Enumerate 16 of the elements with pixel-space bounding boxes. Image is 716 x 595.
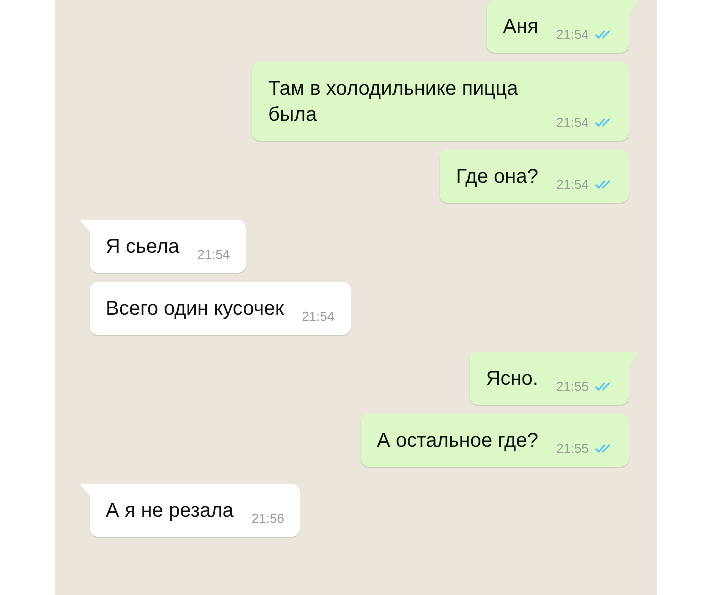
message-text: Ясно. <box>486 367 538 392</box>
message-text: Где она? <box>456 165 538 190</box>
message-text: Там в холодильнике пицца была <box>268 77 520 128</box>
message-text: Аня <box>503 15 538 40</box>
message-text: А я не резала <box>106 499 234 524</box>
message-time: 21:55 <box>556 379 589 394</box>
message-time: 21:55 <box>556 441 589 456</box>
message-time: 21:54 <box>556 177 589 192</box>
message-time: 21:54 <box>302 309 335 324</box>
message-text: Всего один кусочек <box>106 297 284 322</box>
message-text: Я сьела <box>106 235 180 260</box>
message-time: 21:54 <box>198 247 230 262</box>
message-time: 21:54 <box>556 27 589 42</box>
message-time: 21:54 <box>556 115 589 130</box>
message-text: А остальное где? <box>377 429 538 454</box>
message-time: 21:56 <box>252 511 284 526</box>
